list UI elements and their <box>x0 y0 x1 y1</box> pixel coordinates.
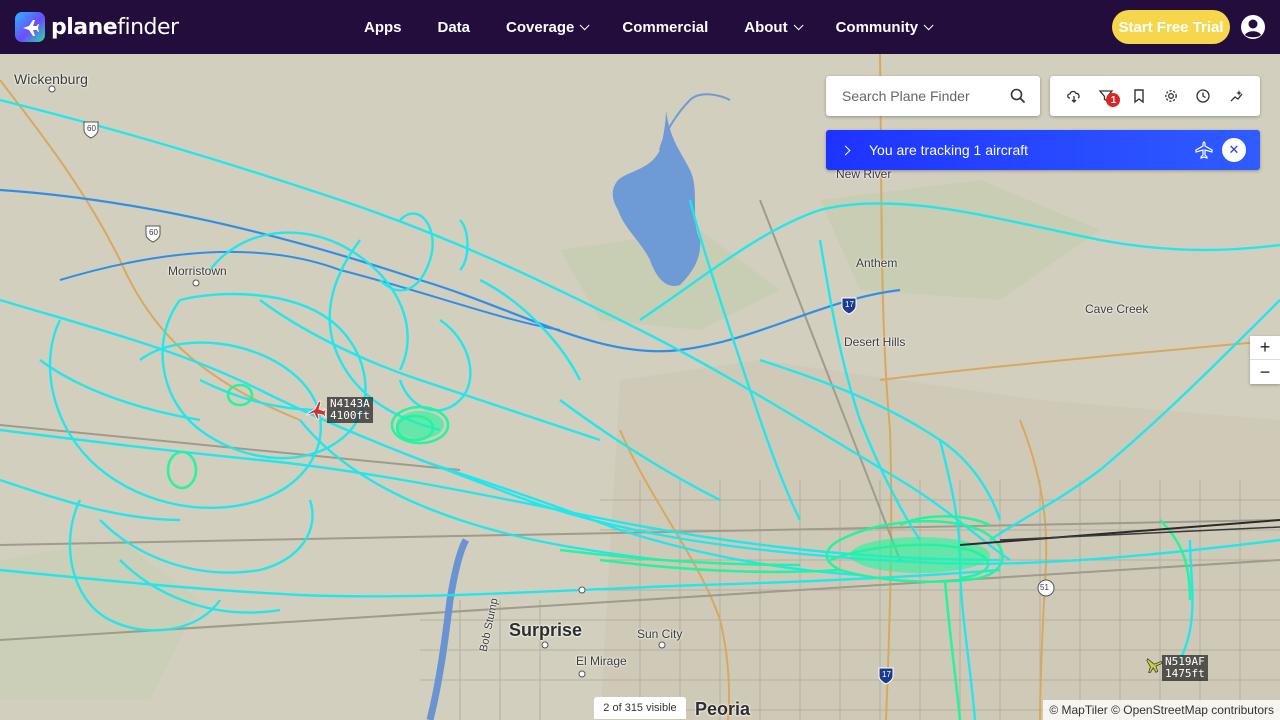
bookmark-icon[interactable] <box>1130 87 1148 105</box>
start-free-trial-button[interactable]: Start Free Trial <box>1112 10 1230 44</box>
aircraft-altitude: 4100ft <box>330 409 370 422</box>
zoom-in-button[interactable]: + <box>1250 336 1280 360</box>
menu-coverage[interactable]: Coverage <box>506 19 590 36</box>
place-sun-city: Sun City <box>637 627 683 641</box>
menu-commercial[interactable]: Commercial <box>622 19 708 36</box>
search-icon[interactable] <box>1010 88 1026 109</box>
chevron-down-icon <box>793 19 804 30</box>
shield-i17-a: 17 <box>845 300 854 309</box>
account-icon[interactable] <box>1240 14 1266 40</box>
place-desert-hills: Desert Hills <box>844 335 906 349</box>
chevron-down-icon <box>580 19 590 30</box>
planefinder-logo[interactable]: planefinder <box>15 12 179 42</box>
plane-logo-icon <box>15 12 45 42</box>
shield-51: 51 <box>1040 583 1049 592</box>
chevron-down-icon <box>923 19 934 30</box>
aircraft-label-n519af[interactable]: N519AF 1475ft <box>1162 655 1208 681</box>
history-icon[interactable] <box>1194 87 1212 105</box>
tracking-text: You are tracking 1 aircraft <box>869 142 1029 158</box>
zoom-control: + − <box>1250 336 1280 384</box>
weather-icon[interactable] <box>1065 87 1083 105</box>
place-surprise: Surprise <box>509 620 583 640</box>
place-wickenburg: Wickenburg <box>14 71 88 87</box>
top-navbar: planefinder Apps Data Coverage Commercia… <box>0 0 1280 54</box>
map-attribution[interactable]: © MapTiler © OpenStreetMap contributors <box>1043 700 1280 720</box>
main-menu: Apps Data Coverage Commercial About Comm… <box>364 0 966 54</box>
airplane-icon <box>1194 140 1214 165</box>
tracking-banner[interactable]: You are tracking 1 aircraft ✕ <box>826 130 1260 170</box>
shield-60-b: 60 <box>149 228 158 237</box>
menu-community[interactable]: Community <box>836 19 934 36</box>
place-anthem: Anthem <box>856 256 898 270</box>
search-input[interactable] <box>842 88 1002 104</box>
zoom-out-button[interactable]: − <box>1250 360 1280 384</box>
filter-icon[interactable]: 1 <box>1097 87 1121 107</box>
playback-icon[interactable] <box>1227 87 1245 105</box>
aircraft-label-n4143a[interactable]: N4143A 4100ft <box>327 397 373 423</box>
place-el-mirage: El Mirage <box>576 654 627 668</box>
place-morristown: Morristown <box>168 264 227 278</box>
menu-about[interactable]: About <box>744 19 804 36</box>
menu-data[interactable]: Data <box>438 19 471 36</box>
map-toolbar: 1 <box>1050 76 1260 116</box>
gear-icon[interactable] <box>1162 87 1180 105</box>
shield-i17-b: 17 <box>882 670 891 679</box>
aircraft-n4143a-plane-icon[interactable] <box>305 398 327 420</box>
menu-apps[interactable]: Apps <box>364 19 402 36</box>
search-box[interactable] <box>826 76 1040 116</box>
filter-count-badge: 1 <box>1106 93 1121 107</box>
aircraft-altitude: 1475ft <box>1165 667 1205 680</box>
place-peoria: Peoria <box>695 699 751 719</box>
shield-60-a: 60 <box>87 124 96 133</box>
close-tracking-button[interactable]: ✕ <box>1222 138 1246 162</box>
brand-name: planefinder <box>51 14 179 40</box>
chevron-right-icon[interactable] <box>840 145 851 155</box>
visible-aircraft-count: 2 of 315 visible <box>594 697 686 719</box>
place-cave-creek: Cave Creek <box>1085 302 1149 316</box>
